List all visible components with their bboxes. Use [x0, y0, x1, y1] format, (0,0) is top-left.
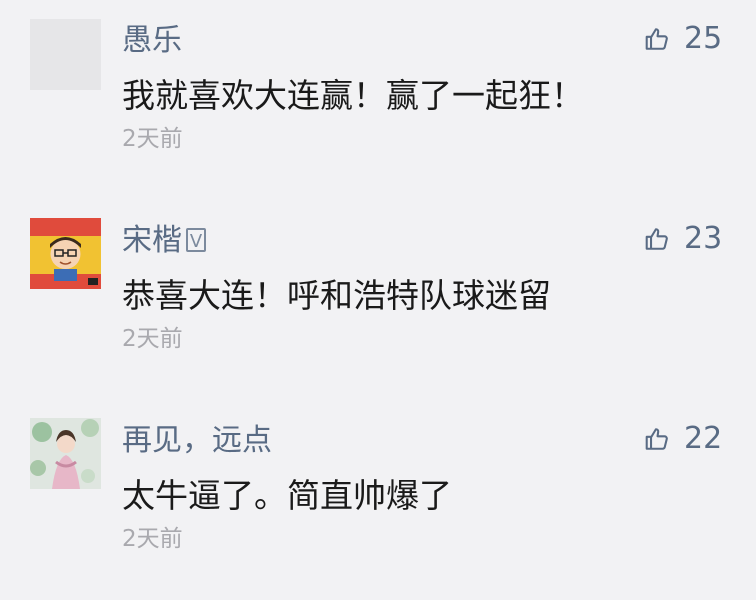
like-count: 23: [684, 221, 723, 256]
comment-text: 恭喜大连！呼和浩特队球迷留: [122, 276, 551, 315]
comment-text: 太牛逼了。简直帅爆了: [122, 476, 452, 515]
avatar[interactable]: [30, 19, 101, 90]
username-text: 宋楷: [122, 223, 182, 258]
cartoon-avatar-image: [30, 218, 101, 289]
avatar[interactable]: [30, 218, 101, 289]
like-count: 25: [684, 21, 723, 56]
like-button[interactable]: 25: [644, 22, 722, 56]
like-count: 22: [684, 421, 723, 456]
photo-avatar-image: [30, 418, 101, 489]
comment-username[interactable]: 宋楷 V: [122, 226, 206, 256]
thumbs-up-icon: [645, 28, 668, 50]
thumbs-up-icon: [645, 428, 668, 450]
verified-badge-icon: V: [186, 228, 206, 252]
like-button[interactable]: 22: [644, 422, 722, 456]
like-button[interactable]: 23: [644, 222, 722, 256]
comment-item: 宋楷 V 23 恭喜大连！呼和浩特队球迷留 2天前: [0, 200, 756, 400]
thumbs-up-icon: [645, 228, 668, 250]
comment-username[interactable]: 愚乐: [122, 26, 182, 56]
comment-time: 2天前: [122, 526, 183, 552]
comment-time: 2天前: [122, 126, 183, 152]
avatar[interactable]: [30, 418, 101, 489]
comment-username[interactable]: 再见，远点: [122, 426, 272, 456]
comment-item: 再见，远点 22 太牛逼了。简直帅爆了 2天前: [0, 400, 756, 600]
comment-item: 愚乐 25 我就喜欢大连赢！赢了一起狂！ 2天前: [0, 0, 756, 200]
comment-time: 2天前: [122, 326, 183, 352]
comment-text: 我就喜欢大连赢！赢了一起狂！: [122, 76, 584, 115]
